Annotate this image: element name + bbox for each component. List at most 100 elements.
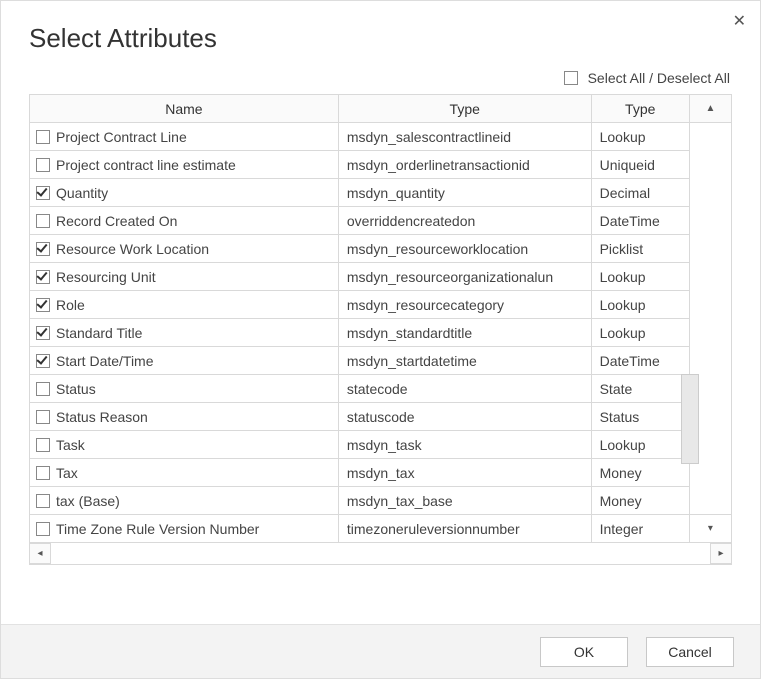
row-type1: timezoneruleversionnumber <box>338 515 591 543</box>
row-type2: Integer <box>591 515 689 543</box>
row-checkbox[interactable] <box>36 466 50 480</box>
table-header-row: Name Type Type ▲ <box>30 95 732 123</box>
row-checkbox[interactable] <box>36 326 50 340</box>
scroll-track-cell <box>689 347 731 375</box>
row-type1: msdyn_salescontractlineid <box>338 123 591 151</box>
select-attributes-dialog: ✕ Select Attributes Select All / Deselec… <box>0 0 761 679</box>
table-row[interactable]: Task msdyn_taskLookup <box>30 431 732 459</box>
scroll-track-cell <box>689 319 731 347</box>
row-type2: Uniqueid <box>591 151 689 179</box>
row-type2: Lookup <box>591 263 689 291</box>
row-type2: Lookup <box>591 123 689 151</box>
row-name: Tax <box>56 465 78 481</box>
horizontal-scrollbar[interactable]: ◂ ▸ <box>29 543 732 565</box>
scroll-down-button[interactable]: ▾ <box>689 515 731 543</box>
scroll-track-cell <box>689 487 731 515</box>
row-type1: statuscode <box>338 403 591 431</box>
row-type2: Decimal <box>591 179 689 207</box>
select-all-checkbox[interactable] <box>564 71 578 85</box>
table-row[interactable]: Role msdyn_resourcecategoryLookup <box>30 291 732 319</box>
row-type2: Money <box>591 487 689 515</box>
table-row[interactable]: tax (Base)msdyn_tax_baseMoney <box>30 487 732 515</box>
row-type1: msdyn_quantity <box>338 179 591 207</box>
row-name: Standard Title <box>56 325 142 341</box>
table-row[interactable]: Time Zone Rule Version Number timezonerul… <box>30 515 732 543</box>
row-type2: Lookup <box>591 431 689 459</box>
scroll-track-cell <box>689 207 731 235</box>
row-name: Quantity <box>56 185 108 201</box>
row-type1: overriddencreatedon <box>338 207 591 235</box>
column-header-type2[interactable]: Type <box>591 95 689 123</box>
row-name: Start Date/Time <box>56 353 154 369</box>
row-type1: msdyn_resourcecategory <box>338 291 591 319</box>
row-checkbox[interactable] <box>36 494 50 508</box>
select-all-row: Select All / Deselect All <box>1 64 760 94</box>
column-header-type1[interactable]: Type <box>338 95 591 123</box>
row-name: Role <box>56 297 85 313</box>
row-checkbox[interactable] <box>36 410 50 424</box>
row-type1: statecode <box>338 375 591 403</box>
row-checkbox[interactable] <box>36 354 50 368</box>
row-name: Time Zone Rule Version Number <box>56 521 259 537</box>
close-icon[interactable]: ✕ <box>733 11 746 31</box>
scroll-track-cell <box>689 179 731 207</box>
table-row[interactable]: Quantity msdyn_quantityDecimal <box>30 179 732 207</box>
row-type1: msdyn_task <box>338 431 591 459</box>
row-name: Project Contract Line <box>56 129 187 145</box>
row-name: Status Reason <box>56 409 148 425</box>
select-all-label[interactable]: Select All / Deselect All <box>588 70 730 86</box>
scroll-track-cell <box>689 291 731 319</box>
table-row[interactable]: Resource Work Location msdyn_resourcework… <box>30 235 732 263</box>
row-checkbox[interactable] <box>36 298 50 312</box>
ok-button[interactable]: OK <box>540 637 628 667</box>
row-name: Status <box>56 381 96 397</box>
row-type2: DateTime <box>591 347 689 375</box>
row-checkbox[interactable] <box>36 158 50 172</box>
dialog-button-bar: OK Cancel <box>1 624 760 678</box>
row-type2: Status <box>591 403 689 431</box>
table-row[interactable]: Status Reason statuscodeStatus <box>30 403 732 431</box>
table-row[interactable]: Tax msdyn_taxMoney <box>30 459 732 487</box>
column-header-name[interactable]: Name <box>30 95 339 123</box>
row-name: Resourcing Unit <box>56 269 156 285</box>
scroll-track-cell <box>689 263 731 291</box>
row-name: Record Created On <box>56 213 177 229</box>
table-row[interactable]: Start Date/Time msdyn_startdatetimeDateTi… <box>30 347 732 375</box>
row-name: Resource Work Location <box>56 241 209 257</box>
table-row[interactable]: Resourcing Unit msdyn_resourceorganizatio… <box>30 263 732 291</box>
row-checkbox[interactable] <box>36 130 50 144</box>
row-type2: State <box>591 375 689 403</box>
row-type1: msdyn_startdatetime <box>338 347 591 375</box>
row-type2: Money <box>591 459 689 487</box>
row-checkbox[interactable] <box>36 522 50 536</box>
row-checkbox[interactable] <box>36 242 50 256</box>
row-type2: Picklist <box>591 235 689 263</box>
scroll-track-cell <box>689 235 731 263</box>
table-row[interactable]: Project Contract Line msdyn_salescontract… <box>30 123 732 151</box>
row-checkbox[interactable] <box>36 186 50 200</box>
row-type2: Lookup <box>591 319 689 347</box>
row-checkbox[interactable] <box>36 270 50 284</box>
row-name: Task <box>56 437 85 453</box>
attributes-grid: Name Type Type ▲ Project Contract Line ms… <box>29 94 732 543</box>
cancel-button[interactable]: Cancel <box>646 637 734 667</box>
scroll-up-button[interactable]: ▲ <box>689 95 731 123</box>
table-row[interactable]: Project contract line estimatemsdyn_orde… <box>30 151 732 179</box>
table-row[interactable]: Standard Title msdyn_standardtitleLookup <box>30 319 732 347</box>
row-type1: msdyn_tax_base <box>338 487 591 515</box>
scroll-left-button[interactable]: ◂ <box>29 543 51 564</box>
row-checkbox[interactable] <box>36 438 50 452</box>
row-type2: Lookup <box>591 291 689 319</box>
row-checkbox[interactable] <box>36 214 50 228</box>
row-type1: msdyn_resourceorganizationalun <box>338 263 591 291</box>
row-type1: msdyn_standardtitle <box>338 319 591 347</box>
scroll-right-button[interactable]: ▸ <box>710 543 732 564</box>
scroll-track-cell <box>689 123 731 151</box>
table-row[interactable]: Record Created OnoverriddencreatedonDate… <box>30 207 732 235</box>
row-type1: msdyn_resourceworklocation <box>338 235 591 263</box>
table-row[interactable]: Status statecodeState <box>30 375 732 403</box>
row-checkbox[interactable] <box>36 382 50 396</box>
row-name: Project contract line estimate <box>56 157 236 173</box>
vertical-scrollbar-thumb[interactable] <box>681 374 699 464</box>
row-type1: msdyn_tax <box>338 459 591 487</box>
